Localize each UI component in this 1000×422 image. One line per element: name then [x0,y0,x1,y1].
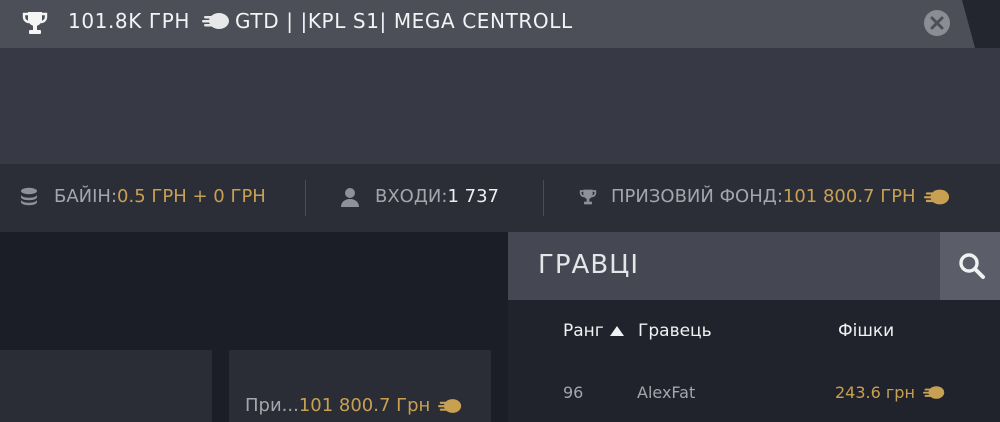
info-card [0,350,212,422]
entries-value: 1 737 [447,186,499,207]
close-tab-button[interactable] [924,10,950,36]
column-header-rank[interactable]: Ранг [563,321,624,341]
search-icon [959,253,985,279]
row-player: AlexFat [637,383,696,402]
column-header-chips[interactable]: Фішки [838,321,894,341]
prize-card-prefix: При... [245,395,299,416]
divider [305,180,306,216]
tab-prize: 101.8K ГРН [68,9,191,33]
prize-pool-info: ПРИЗОВИЙ ФОНД: 101 800.7 ГРН [577,186,950,207]
trophy-icon [579,189,597,204]
search-button[interactable] [940,232,1000,300]
coin-icon [202,13,230,29]
tab-title: 101.8K ГРН GTD | |KPL S1| MEGA CENTROLL [68,9,573,33]
close-icon [930,16,944,30]
row-chips-value: 243.6 грн [835,383,915,402]
rank-column-label: Ранг [563,321,604,341]
entries-label: ВХОДИ: [375,186,448,207]
column-header-player[interactable]: Гравець [638,321,712,341]
chips-stack-icon [21,187,37,205]
row-rank: 96 [563,383,584,402]
sort-ascending-icon [609,326,624,336]
coin-icon [922,386,945,399]
coin-icon [923,189,949,204]
coin-icon [438,398,462,413]
user-icon [341,187,359,207]
buyin-label: БАЙІН: [54,186,118,207]
header-band [0,48,1000,164]
tab-bar: 101.8K ГРН GTD | |KPL S1| MEGA CENTROLL [0,0,1000,48]
prize-pool-label: ПРИЗОВИЙ ФОНД: [611,186,783,207]
players-title: ГРАВЦІ [538,250,640,280]
prize-card-text: При... 101 800.7 Грн [245,395,462,416]
buyin-value: 0.5 ГРН + 0 ГРН [117,186,266,207]
divider [543,180,544,216]
tab-tournament-name: GTD | |KPL S1| MEGA CENTROLL [235,9,573,33]
prize-card-value: 101 800.7 Грн [298,395,431,416]
trophy-icon [22,12,48,34]
buyin-info: БАЙІН: 0.5 ГРН + 0 ГРН [20,186,266,207]
prize-pool-value: 101 800.7 ГРН [782,186,916,207]
entries-info: ВХОДИ: 1 737 [340,186,499,207]
row-chips: 243.6 грн [835,383,945,402]
